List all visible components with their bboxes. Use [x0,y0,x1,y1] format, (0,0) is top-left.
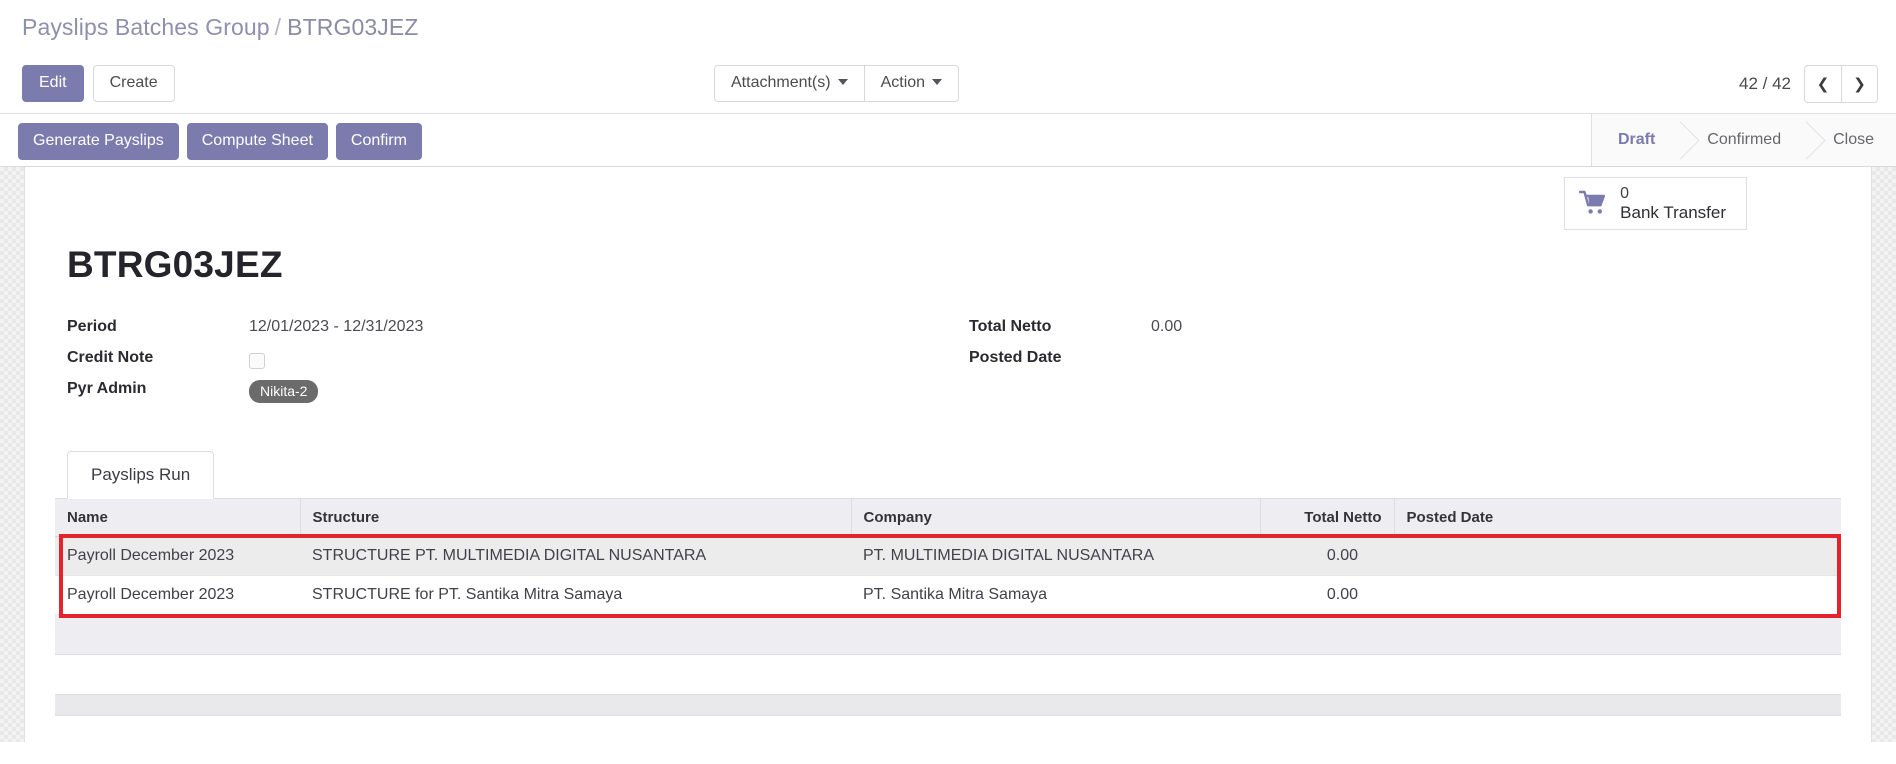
statusbar: Draft Confirmed Close [1590,114,1896,166]
field-value-total-netto: 0.00 [1151,318,1183,335]
column-header-company[interactable]: Company [851,499,1261,537]
notebook: Payslips Run Name Structure Company Tota… [55,451,1841,742]
chevron-down-icon [932,79,943,85]
pager-next-button[interactable]: ❯ [1841,65,1878,103]
column-header-total-netto[interactable]: Total Netto [1260,499,1395,537]
cell-posted-date [1394,536,1841,576]
breadcrumb-current: BTRG03JEZ [287,14,419,40]
trailing-cell [55,715,1841,742]
status-step-confirmed[interactable]: Confirmed [1681,114,1808,166]
breadcrumb-separator: / [274,14,282,40]
form-fields: Period 12/01/2023 - 12/31/2023 Credit No… [67,316,1841,423]
chevron-down-icon [837,79,848,85]
table-header-row: Name Structure Company Total Netto Poste… [55,499,1841,537]
control-panel-left: Edit Create [22,65,175,102]
field-label-total-netto: Total Netto [969,318,1052,335]
pager-previous-button[interactable]: ❮ [1804,65,1841,103]
credit-note-checkbox[interactable] [249,353,265,369]
field-pyr-admin: Pyr Admin Nikita-2 [67,378,894,409]
bank-transfer-label: Bank Transfer [1620,202,1726,222]
action-label: Action [880,74,926,91]
table-body: Payroll December 2023 STRUCTURE PT. MULT… [55,536,1841,742]
field-posted-date: Posted Date [969,347,1781,378]
field-credit-note: Credit Note [67,347,894,378]
form-column-left: Period 12/01/2023 - 12/31/2023 Credit No… [67,316,954,409]
cell-total-netto: 0.00 [1260,575,1394,615]
field-total-netto: Total Netto 0.00 [969,316,1781,347]
cell-total-netto: 0.00 [1260,536,1394,576]
create-button[interactable]: Create [92,65,175,102]
stat-button-text: 0 Bank Transfer [1620,185,1726,222]
bank-transfer-stat-button[interactable]: 0 Bank Transfer [1564,177,1747,230]
pager: 42 / 42 ❮ ❯ [1739,65,1878,103]
column-header-structure[interactable]: Structure [300,499,852,537]
payslips-run-list: Name Structure Company Total Netto Poste… [55,499,1841,742]
form-sheet: 0 Bank Transfer BTRG03JEZ Period 12/01/2… [24,167,1872,742]
payslips-table: Name Structure Company Total Netto Poste… [55,499,1841,742]
breadcrumb-parent-link[interactable]: Payslips Batches Group [22,14,270,40]
cell-company: PT. Santika Mitra Samaya [851,575,1260,615]
workflow-buttons: Generate Payslips Compute Sheet Confirm [18,123,422,160]
field-period: Period 12/01/2023 - 12/31/2023 [67,316,894,347]
breadcrumb-bar: Payslips Batches Group / BTRG03JEZ [0,0,1896,58]
attachments-dropdown[interactable]: Attachment(s) [714,65,864,102]
chevron-right-icon: ❯ [1853,75,1866,93]
field-value-pyr-admin: Nikita-2 [249,378,319,403]
generate-payslips-button[interactable]: Generate Payslips [18,123,179,160]
stat-button-row: 0 Bank Transfer [55,167,1841,230]
action-bar: Generate Payslips Compute Sheet Confirm … [0,114,1896,167]
pyr-admin-tag[interactable]: Nikita-2 [249,380,319,403]
table-empty-row [55,614,1841,655]
footer-cell [55,694,1841,716]
table-header: Name Structure Company Total Netto Poste… [55,499,1841,537]
bank-transfer-count: 0 [1620,185,1630,202]
tab-payslips-run[interactable]: Payslips Run [67,451,215,499]
control-panel: Edit Create Attachment(s) Action 42 / 42… [0,58,1896,114]
action-dropdown[interactable]: Action [863,65,960,102]
sheet-background: 0 Bank Transfer BTRG03JEZ Period 12/01/2… [0,167,1896,742]
attachments-label: Attachment(s) [731,74,831,91]
page-title: BTRG03JEZ [67,244,283,285]
table-trailing-row [55,715,1841,742]
field-label-posted-date: Posted Date [969,349,1062,366]
control-panel-dropdowns: Attachment(s) Action [714,65,960,102]
table-row[interactable]: Payroll December 2023 STRUCTURE for PT. … [55,575,1841,615]
notebook-tabs: Payslips Run [55,451,1841,499]
table-row[interactable]: Payroll December 2023 STRUCTURE PT. MULT… [55,536,1841,576]
dropdown-group: Attachment(s) Action [714,65,960,102]
table-footer-row [55,694,1841,716]
field-value-period[interactable]: 12/01/2023 - 12/31/2023 [249,316,423,338]
column-header-posted-date[interactable]: Posted Date [1394,499,1841,537]
cell-structure: STRUCTURE for PT. Santika Mitra Samaya [300,575,851,615]
chevron-left-icon: ❮ [1816,75,1830,93]
field-label-pyr-admin: Pyr Admin [67,380,147,397]
pager-count: 42 / 42 [1739,74,1791,93]
pager-buttons: ❮ ❯ [1804,65,1878,103]
field-label-period: Period [67,318,117,335]
cell-name: Payroll December 2023 [55,536,300,576]
field-value-credit-note [249,347,265,374]
empty-cell [55,614,1841,655]
breadcrumb: Payslips Batches Group / BTRG03JEZ [22,14,1896,41]
field-label-credit-note: Credit Note [67,349,154,366]
cell-name: Payroll December 2023 [55,575,300,615]
table-blank-row [55,654,1841,695]
edit-button[interactable]: Edit [22,65,84,102]
compute-sheet-button[interactable]: Compute Sheet [186,123,328,160]
shopping-cart-icon [1579,191,1606,215]
status-step-draft[interactable]: Draft [1591,114,1682,166]
cell-company: PT. MULTIMEDIA DIGITAL NUSANTARA [851,536,1260,576]
cell-posted-date [1394,575,1841,615]
form-column-right: Total Netto 0.00 Posted Date [954,316,1841,409]
confirm-button[interactable]: Confirm [335,123,422,160]
cell-structure: STRUCTURE PT. MULTIMEDIA DIGITAL NUSANTA… [300,536,851,576]
column-header-name[interactable]: Name [55,499,301,537]
blank-cell [55,654,1841,695]
